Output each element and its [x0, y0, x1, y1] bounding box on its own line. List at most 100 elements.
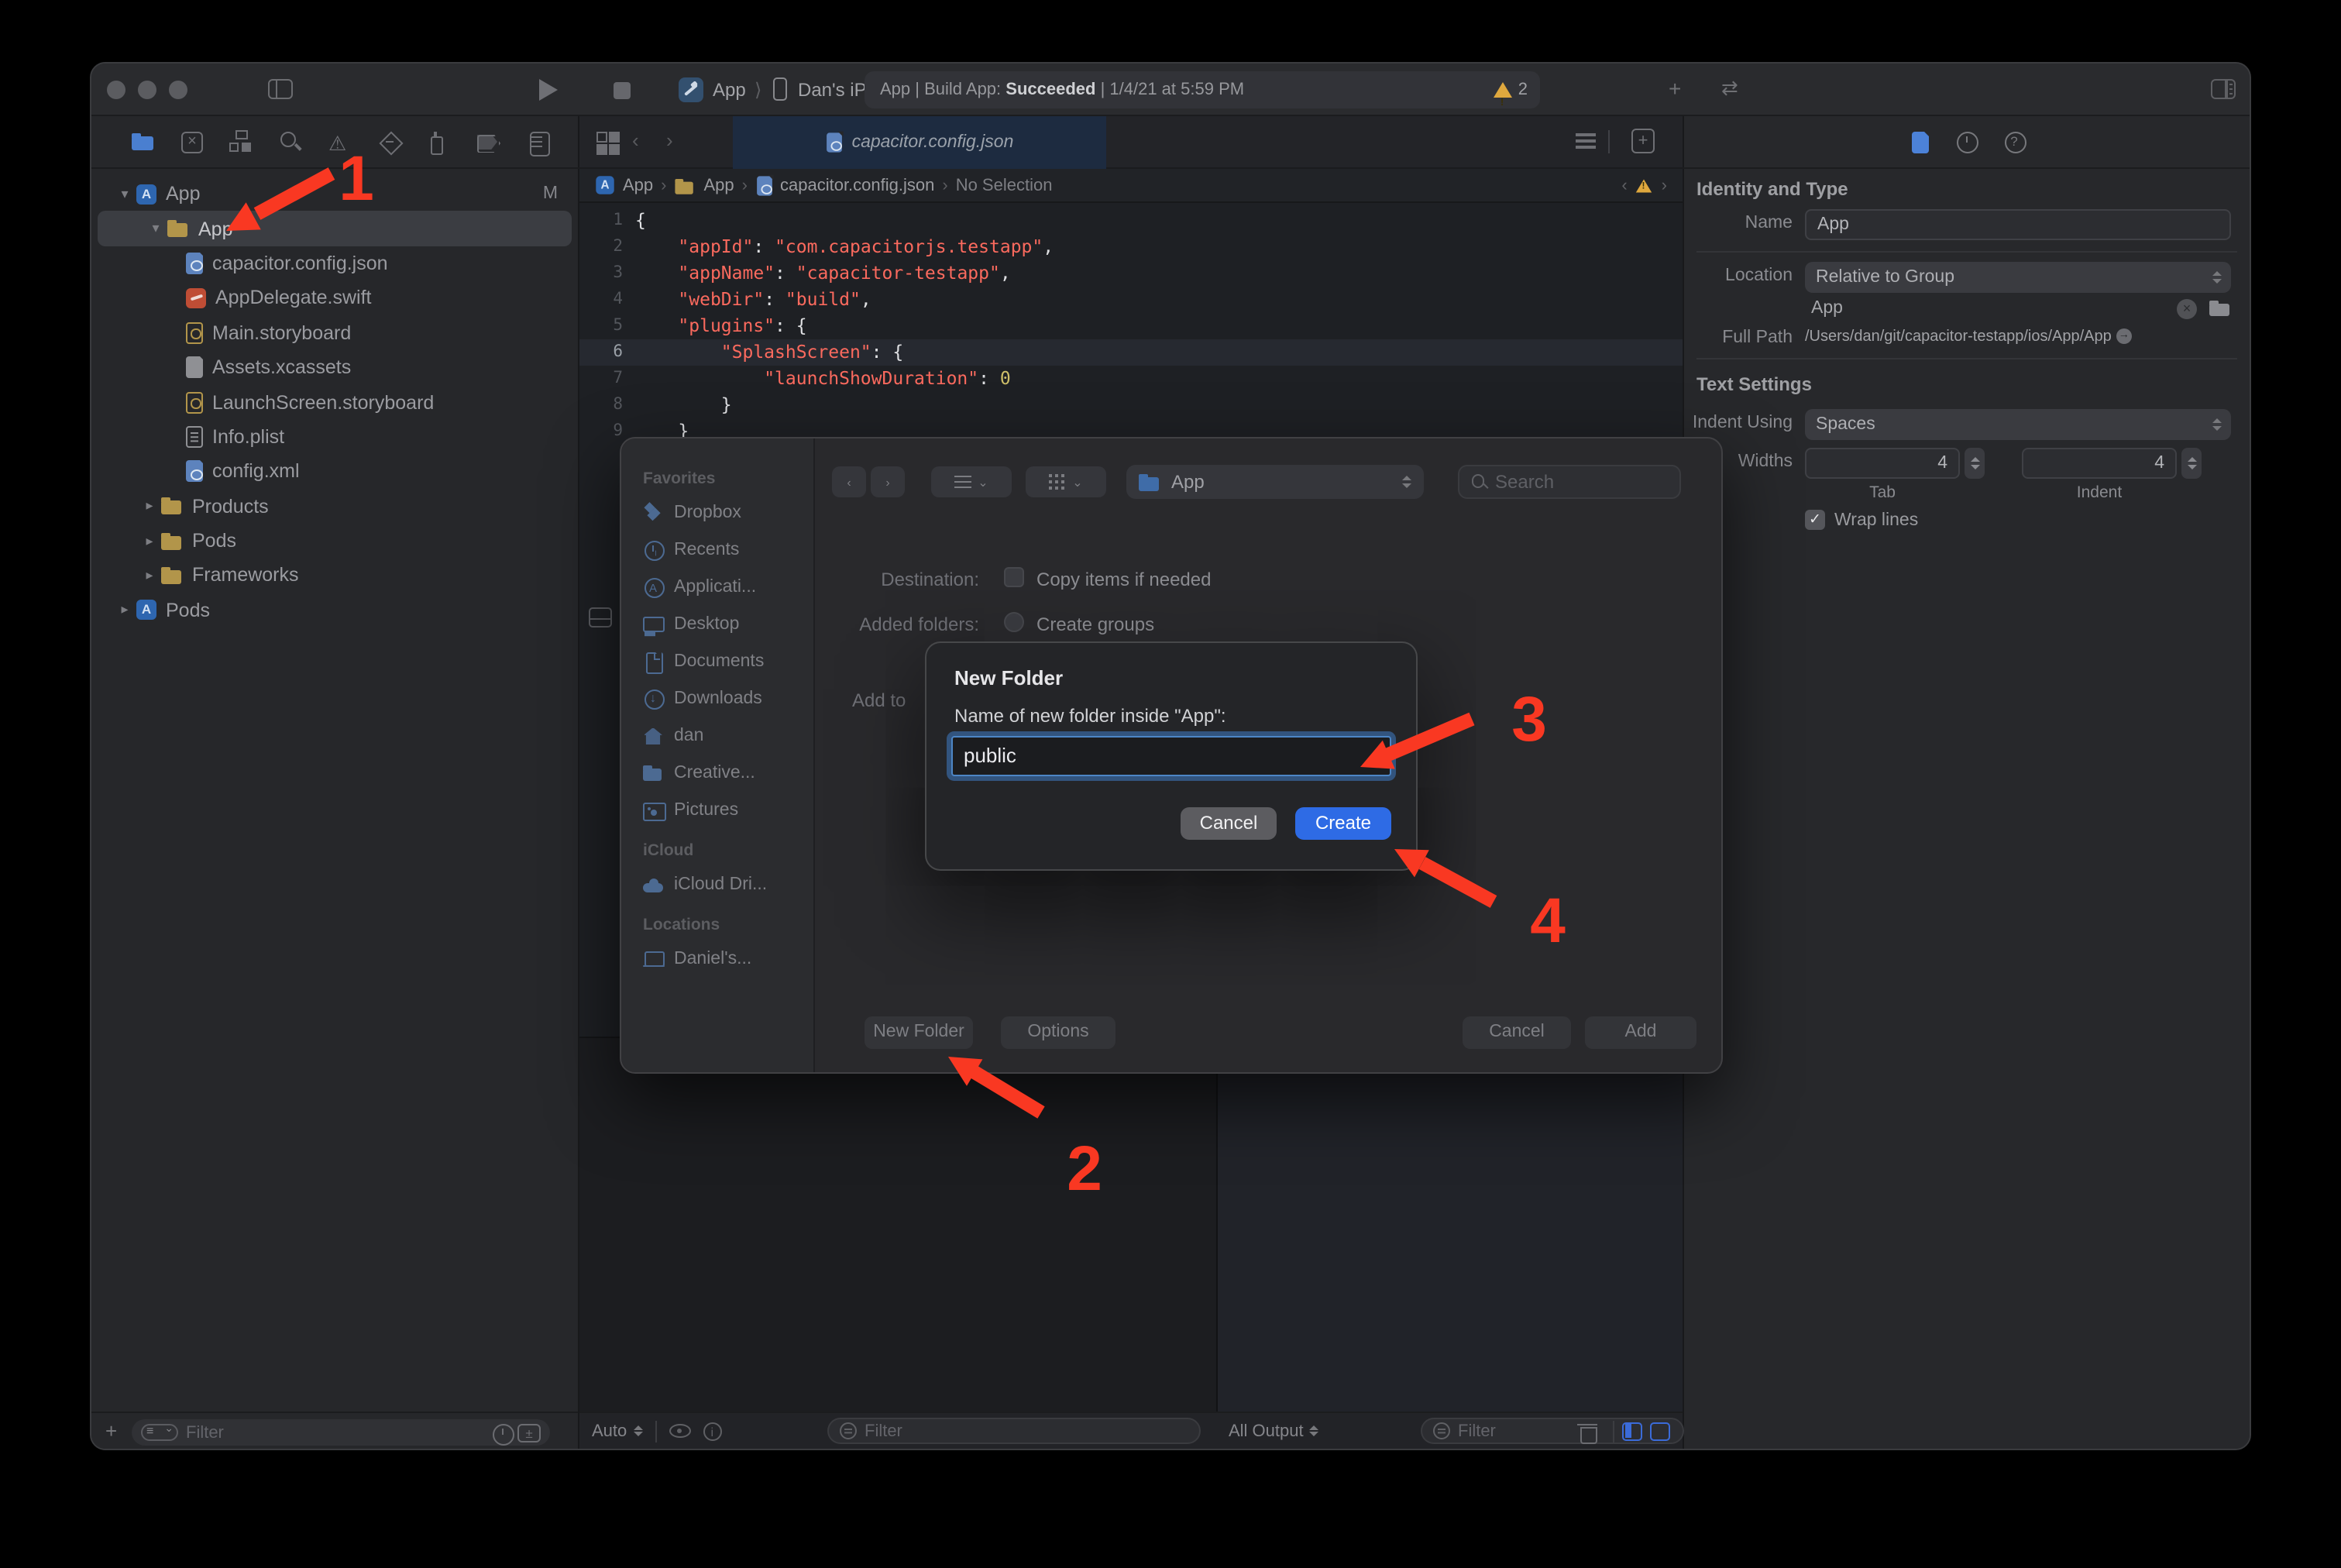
- recent-files-icon[interactable]: [491, 1423, 510, 1442]
- wrap-lines-checkbox[interactable]: [1805, 510, 1825, 530]
- forward-button[interactable]: ›: [871, 466, 905, 497]
- breadcrumb-item-no-selection[interactable]: No Selection: [956, 176, 1053, 194]
- breadcrumb-item-app[interactable]: App: [623, 176, 653, 194]
- hierarchy-icon[interactable]: [229, 130, 253, 153]
- inspector-toggle-icon[interactable]: [2211, 79, 2236, 99]
- tree-item-info-plist[interactable]: Info.plist: [91, 419, 578, 454]
- tab-width-field[interactable]: 4: [1805, 448, 1960, 479]
- sidebar-item-recents[interactable]: Recents: [621, 531, 813, 569]
- tree-item-capacitor-config-json[interactable]: capacitor.config.json: [91, 246, 578, 281]
- tree-item-pods[interactable]: ▸Pods: [91, 593, 578, 628]
- warning-icon[interactable]: [328, 130, 352, 153]
- related-items-icon[interactable]: [596, 132, 617, 152]
- create-groups-radio[interactable]: [1004, 612, 1024, 632]
- warning-icon[interactable]: [1636, 180, 1652, 193]
- sidebar-item-applicati[interactable]: Applicati...: [621, 569, 813, 606]
- navigator-toggle-icon[interactable]: [268, 79, 293, 99]
- tree-item-products[interactable]: ▸Products: [91, 489, 578, 524]
- list-view-select[interactable]: ⌄: [931, 466, 1012, 497]
- file-inspector-icon[interactable]: [1912, 131, 1929, 153]
- show-console-pane-icon[interactable]: [1650, 1422, 1670, 1440]
- disclosure-icon[interactable]: ▸: [138, 532, 161, 549]
- tree-item-main-storyboard[interactable]: Main.storyboard: [91, 315, 578, 350]
- folder-name-input[interactable]: public: [951, 736, 1391, 776]
- breadcrumb-item-capacitor-config-json[interactable]: capacitor.config.json: [780, 176, 934, 194]
- add-button[interactable]: Add: [1585, 1016, 1696, 1049]
- tree-item-config-xml[interactable]: config.xml: [91, 454, 578, 489]
- variables-filter-field[interactable]: Filter: [827, 1418, 1201, 1444]
- help-inspector-icon[interactable]: [2003, 131, 2025, 153]
- diamond-icon[interactable]: [378, 130, 401, 153]
- reveal-path-icon[interactable]: [2116, 328, 2132, 344]
- indent-width-field[interactable]: 4: [2022, 448, 2177, 479]
- create-button[interactable]: Create: [1295, 807, 1391, 840]
- tree-item-assets-xcassets[interactable]: Assets.xcassets: [91, 350, 578, 385]
- search-field[interactable]: Search: [1458, 465, 1681, 499]
- show-variables-pane-icon[interactable]: [1622, 1422, 1642, 1440]
- new-folder-button[interactable]: New Folder: [865, 1016, 973, 1049]
- disclosure-icon[interactable]: ▸: [113, 602, 136, 619]
- add-file-icon[interactable]: +: [105, 1419, 117, 1442]
- disclosure-icon[interactable]: ▸: [138, 567, 161, 584]
- breadcrumb-item-app[interactable]: App: [704, 176, 734, 194]
- source-control-filter-icon[interactable]: [517, 1423, 541, 1442]
- group-view-select[interactable]: ⌄: [1026, 466, 1106, 497]
- sidebar-item-creative[interactable]: Creative...: [621, 755, 813, 792]
- current-folder-select[interactable]: App: [1126, 465, 1424, 499]
- cancel-button[interactable]: Cancel: [1181, 807, 1277, 840]
- tree-item-app[interactable]: ▾AppM: [91, 177, 578, 211]
- folder-icon[interactable]: [132, 130, 155, 153]
- sidebar-item-daniel-s[interactable]: Daniel's...: [621, 940, 813, 978]
- info-icon[interactable]: [703, 1422, 721, 1440]
- disclosure-icon[interactable]: ▸: [138, 497, 161, 514]
- spray-icon[interactable]: [428, 130, 451, 153]
- cancel-button[interactable]: Cancel: [1463, 1016, 1571, 1049]
- code-review-icon[interactable]: [1576, 132, 1596, 150]
- sidebar-item-downloads[interactable]: Downloads: [621, 680, 813, 717]
- tab-width-stepper[interactable]: [1965, 448, 1985, 479]
- sidebar-item-desktop[interactable]: Desktop: [621, 606, 813, 643]
- warning-count[interactable]: 2: [1518, 71, 1528, 108]
- filter-options-icon[interactable]: [141, 1424, 178, 1441]
- tree-item-launchscreen-storyboard[interactable]: LaunchScreen.storyboard: [91, 385, 578, 420]
- scheme-name[interactable]: App: [713, 79, 746, 101]
- sidebar-item-dan[interactable]: dan: [621, 717, 813, 755]
- variables-scope-select[interactable]: Auto: [592, 1422, 627, 1440]
- tree-item-app[interactable]: ▾App: [98, 211, 572, 246]
- search-icon[interactable]: [279, 130, 302, 153]
- add-button-toolbar[interactable]: +: [1669, 76, 1681, 101]
- clear-console-icon[interactable]: [1579, 1422, 1596, 1440]
- list-icon[interactable]: [527, 130, 550, 153]
- add-editor-icon[interactable]: [1631, 129, 1655, 153]
- choose-folder-icon[interactable]: [2209, 301, 2231, 318]
- split-editor-icon[interactable]: [589, 607, 612, 628]
- console-filter-field[interactable]: Filter: [1421, 1418, 1684, 1444]
- run-button[interactable]: [539, 79, 558, 101]
- sidebar-item-dropbox[interactable]: Dropbox: [621, 494, 813, 531]
- indent-width-stepper[interactable]: [2181, 448, 2202, 479]
- zoom-window-button[interactable]: [169, 81, 187, 99]
- x-square-icon[interactable]: [181, 131, 203, 153]
- prev-issue-icon[interactable]: ‹: [1621, 177, 1627, 195]
- sidebar-item-icloud-dri[interactable]: iCloud Dri...: [621, 866, 813, 903]
- back-icon[interactable]: ‹: [632, 129, 639, 152]
- disclosure-icon[interactable]: ▾: [144, 220, 167, 237]
- close-window-button[interactable]: [107, 81, 125, 99]
- location-select[interactable]: Relative to Group: [1805, 262, 2231, 293]
- quicklook-icon[interactable]: [669, 1424, 690, 1438]
- next-issue-icon[interactable]: ›: [1662, 177, 1667, 195]
- version-editor-icon[interactable]: ⇄: [1721, 76, 1738, 101]
- tree-item-pods[interactable]: ▸Pods: [91, 524, 578, 559]
- tree-item-frameworks[interactable]: ▸Frameworks: [91, 559, 578, 593]
- sidebar-item-pictures[interactable]: Pictures: [621, 792, 813, 829]
- console-scope-select[interactable]: All Output: [1229, 1422, 1304, 1440]
- history-inspector-icon[interactable]: [1955, 131, 1977, 153]
- copy-items-checkbox[interactable]: [1004, 567, 1024, 587]
- tag-icon[interactable]: [477, 130, 500, 153]
- tree-item-appdelegate-swift[interactable]: AppDelegate.swift: [91, 280, 578, 315]
- indent-using-select[interactable]: Spaces: [1805, 409, 2231, 440]
- sidebar-item-documents[interactable]: Documents: [621, 643, 813, 680]
- forward-icon[interactable]: ›: [666, 129, 673, 152]
- navigator-filter-field[interactable]: Filter: [132, 1419, 550, 1446]
- minimize-window-button[interactable]: [138, 81, 156, 99]
